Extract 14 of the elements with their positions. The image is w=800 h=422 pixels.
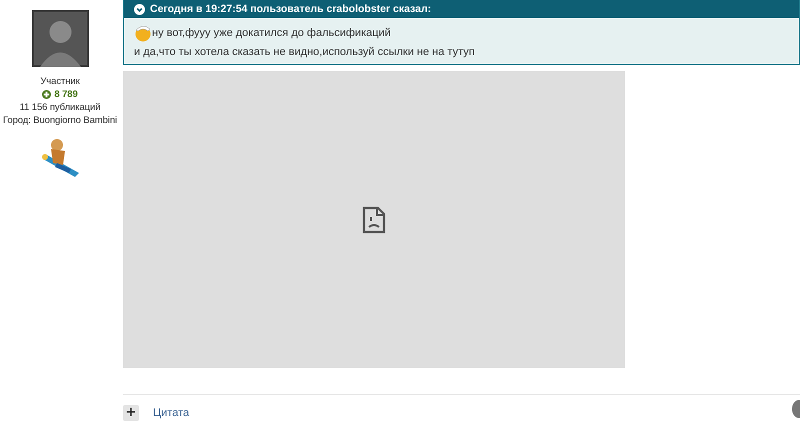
broken-page-icon [362,206,386,234]
quote-header: Сегодня в 19:27:54 пользователь crabolobster сказал: [150,3,432,15]
quote-text: и да,что ты хотела сказать не видно,используй ссылки не на тутуп [134,46,476,58]
member-role: Участник [40,75,80,88]
add-button[interactable]: + [123,405,139,421]
user-city: Город: Buongiorno Bambini [2,114,118,127]
quote-link[interactable]: Цитата [153,407,190,419]
reputation-count: 8 789 [54,88,78,101]
emoji-icon [134,24,152,42]
quote-text: ну вот,фууу уже докатился до фальсификаций [152,27,391,39]
post-count: 11 156 публикаций [20,101,100,114]
avatar-image[interactable] [32,10,88,67]
chevron-down-icon[interactable] [134,4,145,14]
plus-icon [42,90,52,99]
